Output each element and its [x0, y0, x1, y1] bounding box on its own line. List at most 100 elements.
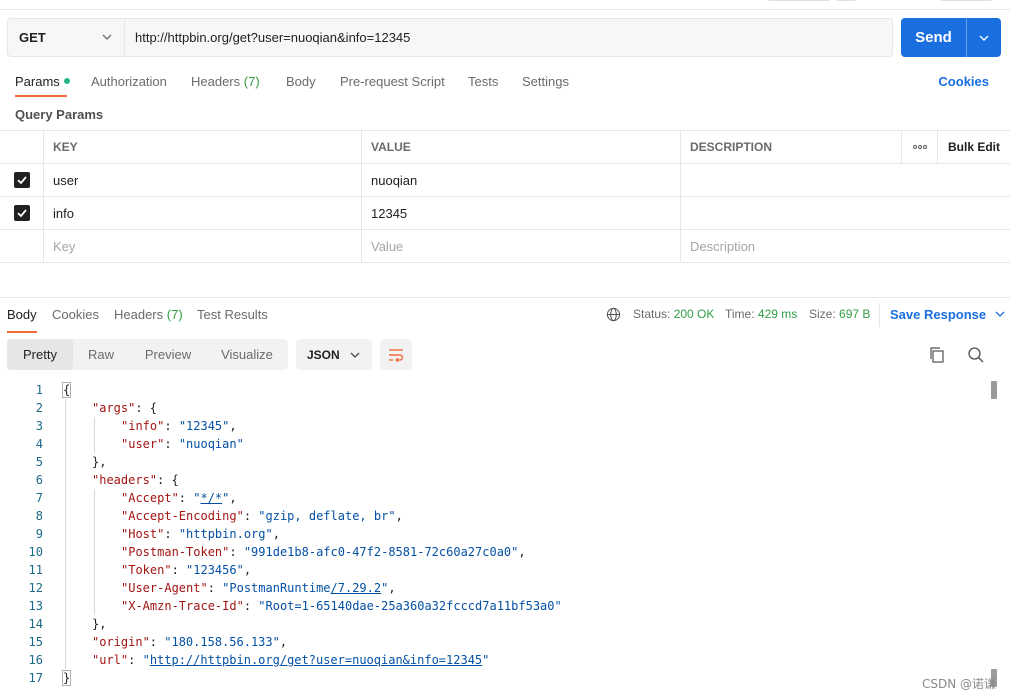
- row-checkbox[interactable]: [13, 172, 30, 188]
- line-number: 6: [35, 473, 43, 487]
- code-line: 14},: [0, 615, 990, 633]
- send-button[interactable]: Send: [901, 18, 967, 57]
- code-line: 3 "info": "12345",: [0, 417, 990, 435]
- code-text: "url": "http://httpbin.org/get?user=nuoq…: [92, 653, 490, 667]
- line-number: 8: [35, 509, 43, 523]
- more-options-button[interactable]: [901, 131, 938, 163]
- row-checkbox[interactable]: [13, 205, 30, 221]
- code-text: "info": "12345",: [121, 419, 237, 433]
- tab-headers[interactable]: Headers (7): [191, 74, 260, 89]
- code-line: 2 "args": {: [0, 399, 990, 417]
- column-header-description: DESCRIPTION: [690, 140, 773, 154]
- tab-authorization[interactable]: Authorization: [91, 74, 167, 89]
- param-key-cell[interactable]: info: [44, 197, 362, 229]
- tab-label: Headers: [114, 307, 164, 322]
- code-text: "origin": "180.158.56.133",: [92, 635, 288, 649]
- response-tab-test-results[interactable]: Test Results: [197, 307, 268, 322]
- tab-tests[interactable]: Tests: [468, 74, 498, 89]
- headers-count: (7): [166, 307, 183, 322]
- query-params-table: KEY VALUE DESCRIPTION Bulk Edit user nuo…: [0, 130, 1010, 263]
- save-response-button[interactable]: Save Response: [890, 307, 1005, 322]
- globe-icon[interactable]: [606, 307, 621, 322]
- method-select[interactable]: GET: [8, 19, 125, 56]
- tab-settings[interactable]: Settings: [522, 74, 569, 89]
- watermark: CSDN @诺谦: [921, 677, 996, 691]
- code-line: 4 "user": "nuoqian": [0, 435, 990, 453]
- table-row: info 12345: [0, 197, 1010, 230]
- line-number: 7: [35, 491, 43, 505]
- divider: [879, 303, 880, 327]
- code-line: 8 "Accept-Encoding": "gzip, deflate, br",: [0, 507, 990, 525]
- tab-pre-request-script[interactable]: Pre-request Script: [340, 74, 445, 89]
- line-number: 3: [35, 419, 43, 433]
- code-line: 5},: [0, 453, 990, 471]
- code-line: 9 "Host": "httpbin.org",: [0, 525, 990, 543]
- param-description-cell[interactable]: [681, 164, 1010, 196]
- param-value-cell[interactable]: nuoqian: [362, 164, 681, 196]
- code-line: 6 "headers": {: [0, 471, 990, 489]
- column-header-value: VALUE: [362, 131, 681, 163]
- view-visualize-button[interactable]: Visualize: [211, 339, 283, 370]
- code-line: 17}: [0, 669, 990, 687]
- code-text: "Host": "httpbin.org",: [121, 527, 280, 541]
- chevron-down-icon: [102, 34, 112, 40]
- new-description-input[interactable]: Description: [681, 230, 1010, 262]
- send-options-button[interactable]: [967, 18, 1001, 57]
- code-text: "args": {: [92, 401, 158, 415]
- code-line: 11 "Token": "123456",: [0, 561, 990, 579]
- time-readout[interactable]: Time: 429 ms: [725, 307, 797, 321]
- url-input[interactable]: http://httpbin.org/get?user=nuoqian&info…: [125, 19, 892, 56]
- tab-label: Tests: [468, 74, 499, 89]
- response-tab-cookies[interactable]: Cookies: [52, 307, 99, 322]
- response-tab-body[interactable]: Body: [7, 307, 37, 322]
- cookies-link[interactable]: Cookies: [938, 74, 989, 89]
- param-description-cell[interactable]: [681, 197, 1010, 229]
- format-select[interactable]: JSON: [296, 339, 372, 370]
- new-key-input[interactable]: Key: [44, 230, 362, 262]
- response-tab-headers[interactable]: Headers (7): [114, 307, 183, 322]
- line-number: 5: [35, 455, 43, 469]
- line-number: 17: [28, 671, 43, 685]
- copy-icon[interactable]: [928, 346, 946, 364]
- checkbox-column-header: [0, 131, 44, 163]
- view-preview-button[interactable]: Preview: [133, 339, 203, 370]
- request-bar: GET http://httpbin.org/get?user=nuoqian&…: [7, 18, 893, 57]
- code-line: 15 "origin": "180.158.56.133",: [0, 633, 990, 651]
- status-label: Status:: [633, 307, 671, 321]
- line-number: 15: [28, 635, 43, 649]
- response-body-viewer[interactable]: 1{2 "args": {3 "info": "12345", 4 "user": "n…: [0, 381, 1000, 696]
- size-readout[interactable]: Size: 697 B: [809, 307, 870, 321]
- search-icon[interactable]: [967, 346, 985, 364]
- line-number: 12: [28, 581, 43, 595]
- top-button-fragment: [768, 0, 830, 1]
- wrap-lines-button[interactable]: [380, 339, 412, 370]
- table-row-new: Key Value Description: [0, 230, 1010, 263]
- code-text: "Postman-Token": "991de1b8-afc0-47f2-858…: [121, 545, 526, 559]
- chevron-down-icon: [979, 35, 989, 41]
- more-horizontal-icon: [912, 145, 927, 149]
- view-pretty-button[interactable]: Pretty: [7, 339, 73, 370]
- new-value-input[interactable]: Value: [362, 230, 681, 262]
- code-text: "User-Agent": "PostmanRuntime/7.29.2",: [121, 581, 396, 595]
- code-text: }: [61, 670, 72, 686]
- headers-count: (7): [243, 74, 260, 89]
- scrollbar-thumb[interactable]: [991, 381, 997, 399]
- method-label: GET: [19, 30, 46, 45]
- row-checkbox-cell: [0, 230, 44, 262]
- code-text: {: [61, 382, 72, 398]
- view-raw-button[interactable]: Raw: [77, 339, 125, 370]
- status-readout[interactable]: Status: 200 OK: [633, 307, 714, 321]
- bulk-edit-button[interactable]: Bulk Edit: [938, 131, 1010, 163]
- tab-params[interactable]: Params: [15, 74, 70, 89]
- column-header-key: KEY: [44, 131, 362, 163]
- line-number: 14: [28, 617, 43, 631]
- tab-body[interactable]: Body: [286, 74, 316, 89]
- panel-divider[interactable]: [0, 262, 1010, 298]
- param-key-cell[interactable]: user: [44, 164, 362, 196]
- send-button-group: Send: [901, 18, 1001, 57]
- code-text: "Accept-Encoding": "gzip, deflate, br",: [121, 509, 403, 523]
- param-value-cell[interactable]: 12345: [362, 197, 681, 229]
- table-header-row: KEY VALUE DESCRIPTION Bulk Edit: [0, 131, 1010, 164]
- active-tab-underline: [7, 331, 37, 333]
- top-button-fragment: [940, 0, 992, 1]
